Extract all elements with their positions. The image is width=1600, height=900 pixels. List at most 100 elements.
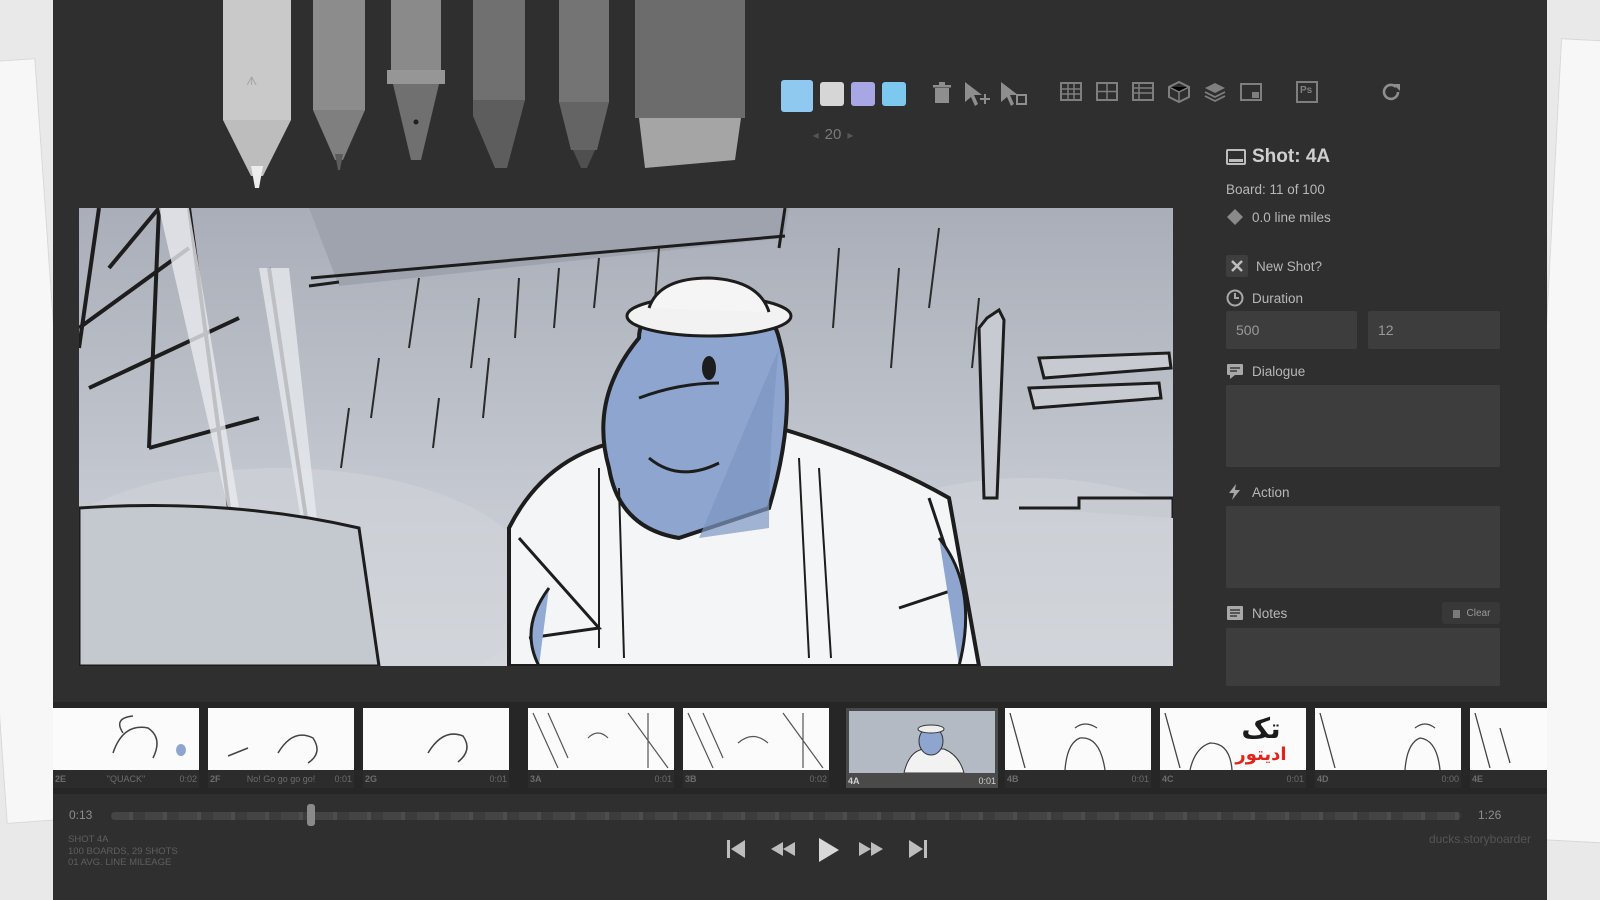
project-filename: ducks.storyboarder bbox=[1428, 832, 1531, 846]
brush-tool[interactable] bbox=[467, 0, 531, 175]
thumb-image bbox=[1160, 708, 1306, 770]
fast-forward-button[interactable] bbox=[857, 836, 885, 867]
duration-header: Duration bbox=[1226, 289, 1303, 307]
thumb-image bbox=[208, 708, 354, 770]
line-miles-text: 0.0 line miles bbox=[1252, 209, 1331, 225]
light-pencil-tool[interactable]: ᗑ bbox=[221, 0, 293, 190]
board-thumb-3A[interactable]: 3A 0:01 bbox=[528, 708, 674, 788]
meta-line-1: SHOT 4A bbox=[68, 834, 109, 845]
duration-label: Duration bbox=[1252, 290, 1304, 306]
thumb-image bbox=[528, 708, 674, 770]
board-thumb-4E[interactable]: 4E bbox=[1470, 708, 1547, 788]
board-info: Board: 11 of 100 bbox=[1226, 182, 1325, 197]
total-time: 1:26 bbox=[1478, 808, 1502, 822]
new-shot-toggle[interactable]: New Shot? bbox=[1226, 255, 1322, 277]
eraser-tool[interactable] bbox=[633, 0, 748, 172]
thumb-image bbox=[1470, 708, 1547, 770]
meta-line-2: 100 BOARDS, 29 SHOTS bbox=[68, 845, 178, 857]
storyboard-canvas[interactable] bbox=[79, 208, 1173, 666]
select-copy-icon[interactable] bbox=[999, 80, 1027, 106]
duration-frames-input[interactable]: 12 bbox=[1368, 311, 1500, 349]
fast-forward-icon bbox=[859, 842, 883, 856]
grid-2x2-icon[interactable] bbox=[1095, 80, 1121, 106]
select-move-icon[interactable] bbox=[963, 80, 990, 106]
lightning-icon bbox=[1229, 484, 1240, 500]
storyboarder-window: ᗑ ◂ 20 ▸ Ps Shot: 4A Board: 11 of 100 0.… bbox=[53, 0, 1547, 900]
photoshop-label: Ps bbox=[1300, 85, 1313, 96]
action-label: Action bbox=[1252, 484, 1290, 500]
pencil-tool[interactable] bbox=[311, 0, 367, 175]
dialogue-textarea[interactable] bbox=[1226, 385, 1500, 467]
timeline-playhead[interactable] bbox=[307, 804, 315, 826]
pen-tool[interactable] bbox=[385, 0, 447, 170]
brush-size-decrease[interactable]: ◂ bbox=[807, 128, 825, 142]
monitor-icon bbox=[1226, 149, 1246, 165]
new-shot-label: New Shot? bbox=[1256, 258, 1323, 274]
board-thumb-2F[interactable]: 2F No! Go go go go! 0:01 bbox=[208, 708, 354, 788]
meta-line-3: 01 AVG. LINE MILEAGE bbox=[68, 857, 172, 868]
skip-end-icon bbox=[909, 840, 927, 858]
filmstrip: 2E "QUACK" 0:02 2F No! Go go go go! 0:01 2G 0… bbox=[53, 702, 1547, 794]
notes-label: Notes bbox=[1252, 605, 1288, 621]
trash-small-icon bbox=[1452, 610, 1460, 618]
color-swatch-2[interactable] bbox=[820, 82, 844, 106]
project-meta: SHOT 4A 100 BOARDS, 29 SHOTS 01 AVG. LIN… bbox=[68, 834, 178, 869]
dialogue-header: Dialogue bbox=[1226, 362, 1305, 380]
rewind-button[interactable] bbox=[769, 836, 797, 867]
clock-icon bbox=[1226, 289, 1244, 307]
shot-title: Shot: 4A bbox=[1226, 146, 1330, 168]
board-thumb-2G[interactable]: 2G 0:01 bbox=[363, 708, 509, 788]
board-thumb-4A-selected[interactable]: 4A 0:01 bbox=[846, 708, 998, 788]
clear-notes-button[interactable]: Clear bbox=[1442, 602, 1500, 624]
color-swatch-3[interactable] bbox=[851, 82, 875, 106]
thumb-image bbox=[53, 708, 199, 770]
board-thumb-4D[interactable]: 4D 0:00 bbox=[1315, 708, 1461, 788]
cube-icon[interactable] bbox=[1167, 80, 1193, 106]
brush-size-increase[interactable]: ▸ bbox=[841, 128, 859, 142]
board-thumb-3B[interactable]: 3B 0:02 bbox=[683, 708, 829, 788]
close-x-icon bbox=[1226, 255, 1248, 277]
board-thumb-2E[interactable]: 2E "QUACK" 0:02 bbox=[53, 708, 199, 788]
play-button[interactable] bbox=[815, 836, 841, 869]
notes-icon bbox=[1227, 606, 1243, 620]
marker-tool[interactable] bbox=[555, 0, 613, 172]
panel-icon[interactable] bbox=[1239, 80, 1265, 106]
clear-label: Clear bbox=[1466, 607, 1491, 619]
rewind-icon bbox=[771, 842, 795, 856]
color-swatch-1-selected[interactable] bbox=[781, 80, 813, 112]
thumb-image bbox=[683, 708, 829, 770]
current-time: 0:13 bbox=[69, 808, 93, 822]
notes-header: Notes bbox=[1226, 604, 1287, 622]
photoshop-icon[interactable]: Ps bbox=[1295, 80, 1321, 106]
board-thumb-4B[interactable]: 4B 0:01 bbox=[1005, 708, 1151, 788]
dialogue-label: Dialogue bbox=[1252, 363, 1306, 379]
line-miles-row: 0.0 line miles bbox=[1226, 208, 1331, 226]
action-textarea[interactable] bbox=[1226, 506, 1500, 588]
table-icon[interactable] bbox=[1131, 80, 1157, 106]
board-sketch bbox=[79, 208, 1173, 666]
thumb-image bbox=[1315, 708, 1461, 770]
brush-size-control[interactable]: ◂ 20 ▸ bbox=[793, 126, 873, 143]
thumb-image bbox=[1005, 708, 1151, 770]
duration-frames-value: 12 bbox=[1378, 322, 1394, 338]
svg-text:ᗑ: ᗑ bbox=[246, 74, 257, 88]
speech-bubble-icon bbox=[1227, 364, 1243, 379]
trash-icon[interactable] bbox=[929, 80, 955, 106]
board-thumb-4C[interactable]: 4C 0:01 bbox=[1160, 708, 1306, 788]
thumb-image bbox=[849, 711, 995, 773]
skip-to-start-button[interactable] bbox=[725, 836, 747, 867]
grid-3x3-icon[interactable] bbox=[1059, 80, 1085, 106]
duration-ms-input[interactable]: 500 bbox=[1226, 311, 1357, 349]
skip-to-end-button[interactable] bbox=[907, 836, 929, 867]
layers-icon[interactable] bbox=[1203, 80, 1229, 106]
duration-ms-value: 500 bbox=[1236, 322, 1260, 338]
action-header: Action bbox=[1226, 483, 1290, 501]
notes-textarea[interactable] bbox=[1226, 628, 1500, 686]
skip-start-icon bbox=[727, 840, 745, 858]
play-icon bbox=[819, 838, 839, 862]
brush-size-value: 20 bbox=[824, 126, 842, 143]
diamond-icon bbox=[1227, 209, 1243, 225]
refresh-icon[interactable] bbox=[1379, 80, 1405, 106]
shot-title-text: Shot: 4A bbox=[1252, 146, 1331, 167]
color-swatch-4[interactable] bbox=[882, 82, 906, 106]
